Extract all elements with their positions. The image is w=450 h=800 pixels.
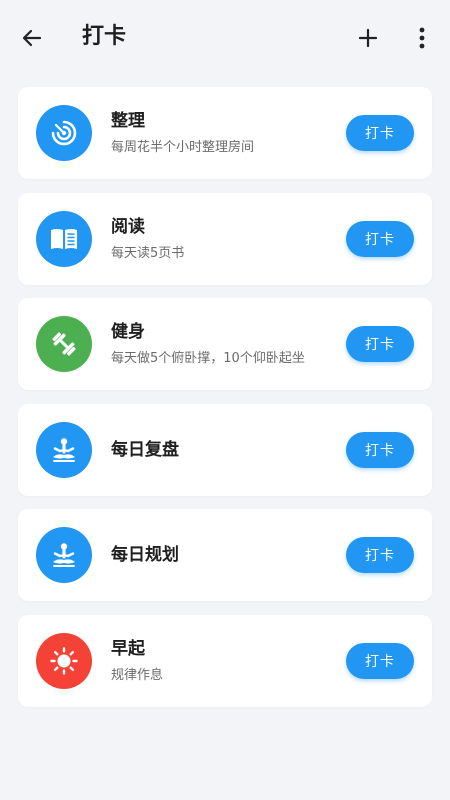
book-icon bbox=[51, 228, 77, 249]
habit-card-daily-review[interactable]: 每日复盘 打卡 bbox=[18, 403, 432, 496]
target-icon bbox=[51, 120, 77, 146]
checkin-button[interactable]: 打卡 bbox=[346, 220, 414, 257]
habit-card-early-rise[interactable]: 早起 规律作息 打卡 bbox=[18, 614, 432, 707]
habit-name: 阅读 bbox=[111, 216, 145, 237]
habit-name: 每日规划 bbox=[111, 545, 179, 565]
dumbbell-icon bbox=[52, 332, 76, 356]
sun-icon bbox=[50, 646, 78, 675]
checkin-button[interactable]: 打卡 bbox=[346, 326, 414, 362]
habit-text: 每日复盘 bbox=[111, 404, 331, 496]
habit-desc: 规律作息 bbox=[111, 667, 164, 683]
habit-list: 整理 每周花半个小时整理房间 打卡 阅读 每天读5页书 打卡 健身 每天做5个俯… bbox=[18, 87, 432, 720]
habit-name: 整理 bbox=[111, 111, 145, 131]
app-bar: 打卡 bbox=[0, 0, 450, 72]
habit-name: 每日复盘 bbox=[111, 439, 179, 460]
back-button[interactable] bbox=[16, 22, 48, 54]
habit-text: 阅读 每天读5页书 bbox=[111, 193, 331, 285]
habit-avatar bbox=[36, 632, 92, 689]
habit-avatar bbox=[36, 421, 92, 478]
habit-text: 整理 每周花半个小时整理房间 bbox=[111, 87, 331, 179]
page-title: 打卡 bbox=[82, 24, 127, 49]
add-habit-button[interactable] bbox=[352, 22, 384, 54]
meditation-icon bbox=[53, 437, 75, 462]
habit-text: 每日规划 bbox=[111, 509, 331, 601]
meditation-icon bbox=[53, 543, 75, 567]
habit-text: 健身 每天做5个俯卧撑，10个仰卧起坐 bbox=[111, 298, 331, 390]
habit-checkin-screen: 打卡 整理 每周花半个小时整理房间 打卡 阅读 每天读5页书 打卡 健身 每天做… bbox=[0, 0, 450, 800]
habit-avatar bbox=[36, 105, 92, 161]
habit-desc: 每天读5页书 bbox=[111, 245, 185, 261]
habit-card-daily-plan[interactable]: 每日规划 打卡 bbox=[18, 509, 432, 601]
checkin-button[interactable]: 打卡 bbox=[346, 642, 414, 679]
habit-desc: 每天做5个俯卧撑，10个仰卧起坐 bbox=[111, 351, 305, 366]
habit-avatar bbox=[36, 527, 92, 583]
habit-avatar bbox=[36, 316, 92, 372]
habit-name: 健身 bbox=[111, 322, 145, 342]
more-vertical-icon bbox=[419, 27, 425, 49]
checkin-button[interactable]: 打卡 bbox=[346, 537, 414, 573]
more-options-button[interactable] bbox=[408, 22, 436, 54]
habit-text: 早起 规律作息 bbox=[111, 615, 331, 707]
habit-card-fitness[interactable]: 健身 每天做5个俯卧撑，10个仰卧起坐 打卡 bbox=[18, 298, 432, 390]
checkin-button[interactable]: 打卡 bbox=[346, 115, 414, 151]
habit-card-tidy[interactable]: 整理 每周花半个小时整理房间 打卡 bbox=[18, 87, 432, 179]
plus-icon bbox=[358, 28, 378, 48]
habit-desc: 每周花半个小时整理房间 bbox=[111, 140, 255, 155]
arrow-back-icon bbox=[22, 29, 42, 47]
habit-name: 早起 bbox=[111, 638, 145, 659]
habit-avatar bbox=[36, 210, 92, 267]
habit-card-reading[interactable]: 阅读 每天读5页书 打卡 bbox=[18, 192, 432, 285]
checkin-button[interactable]: 打卡 bbox=[346, 431, 414, 468]
